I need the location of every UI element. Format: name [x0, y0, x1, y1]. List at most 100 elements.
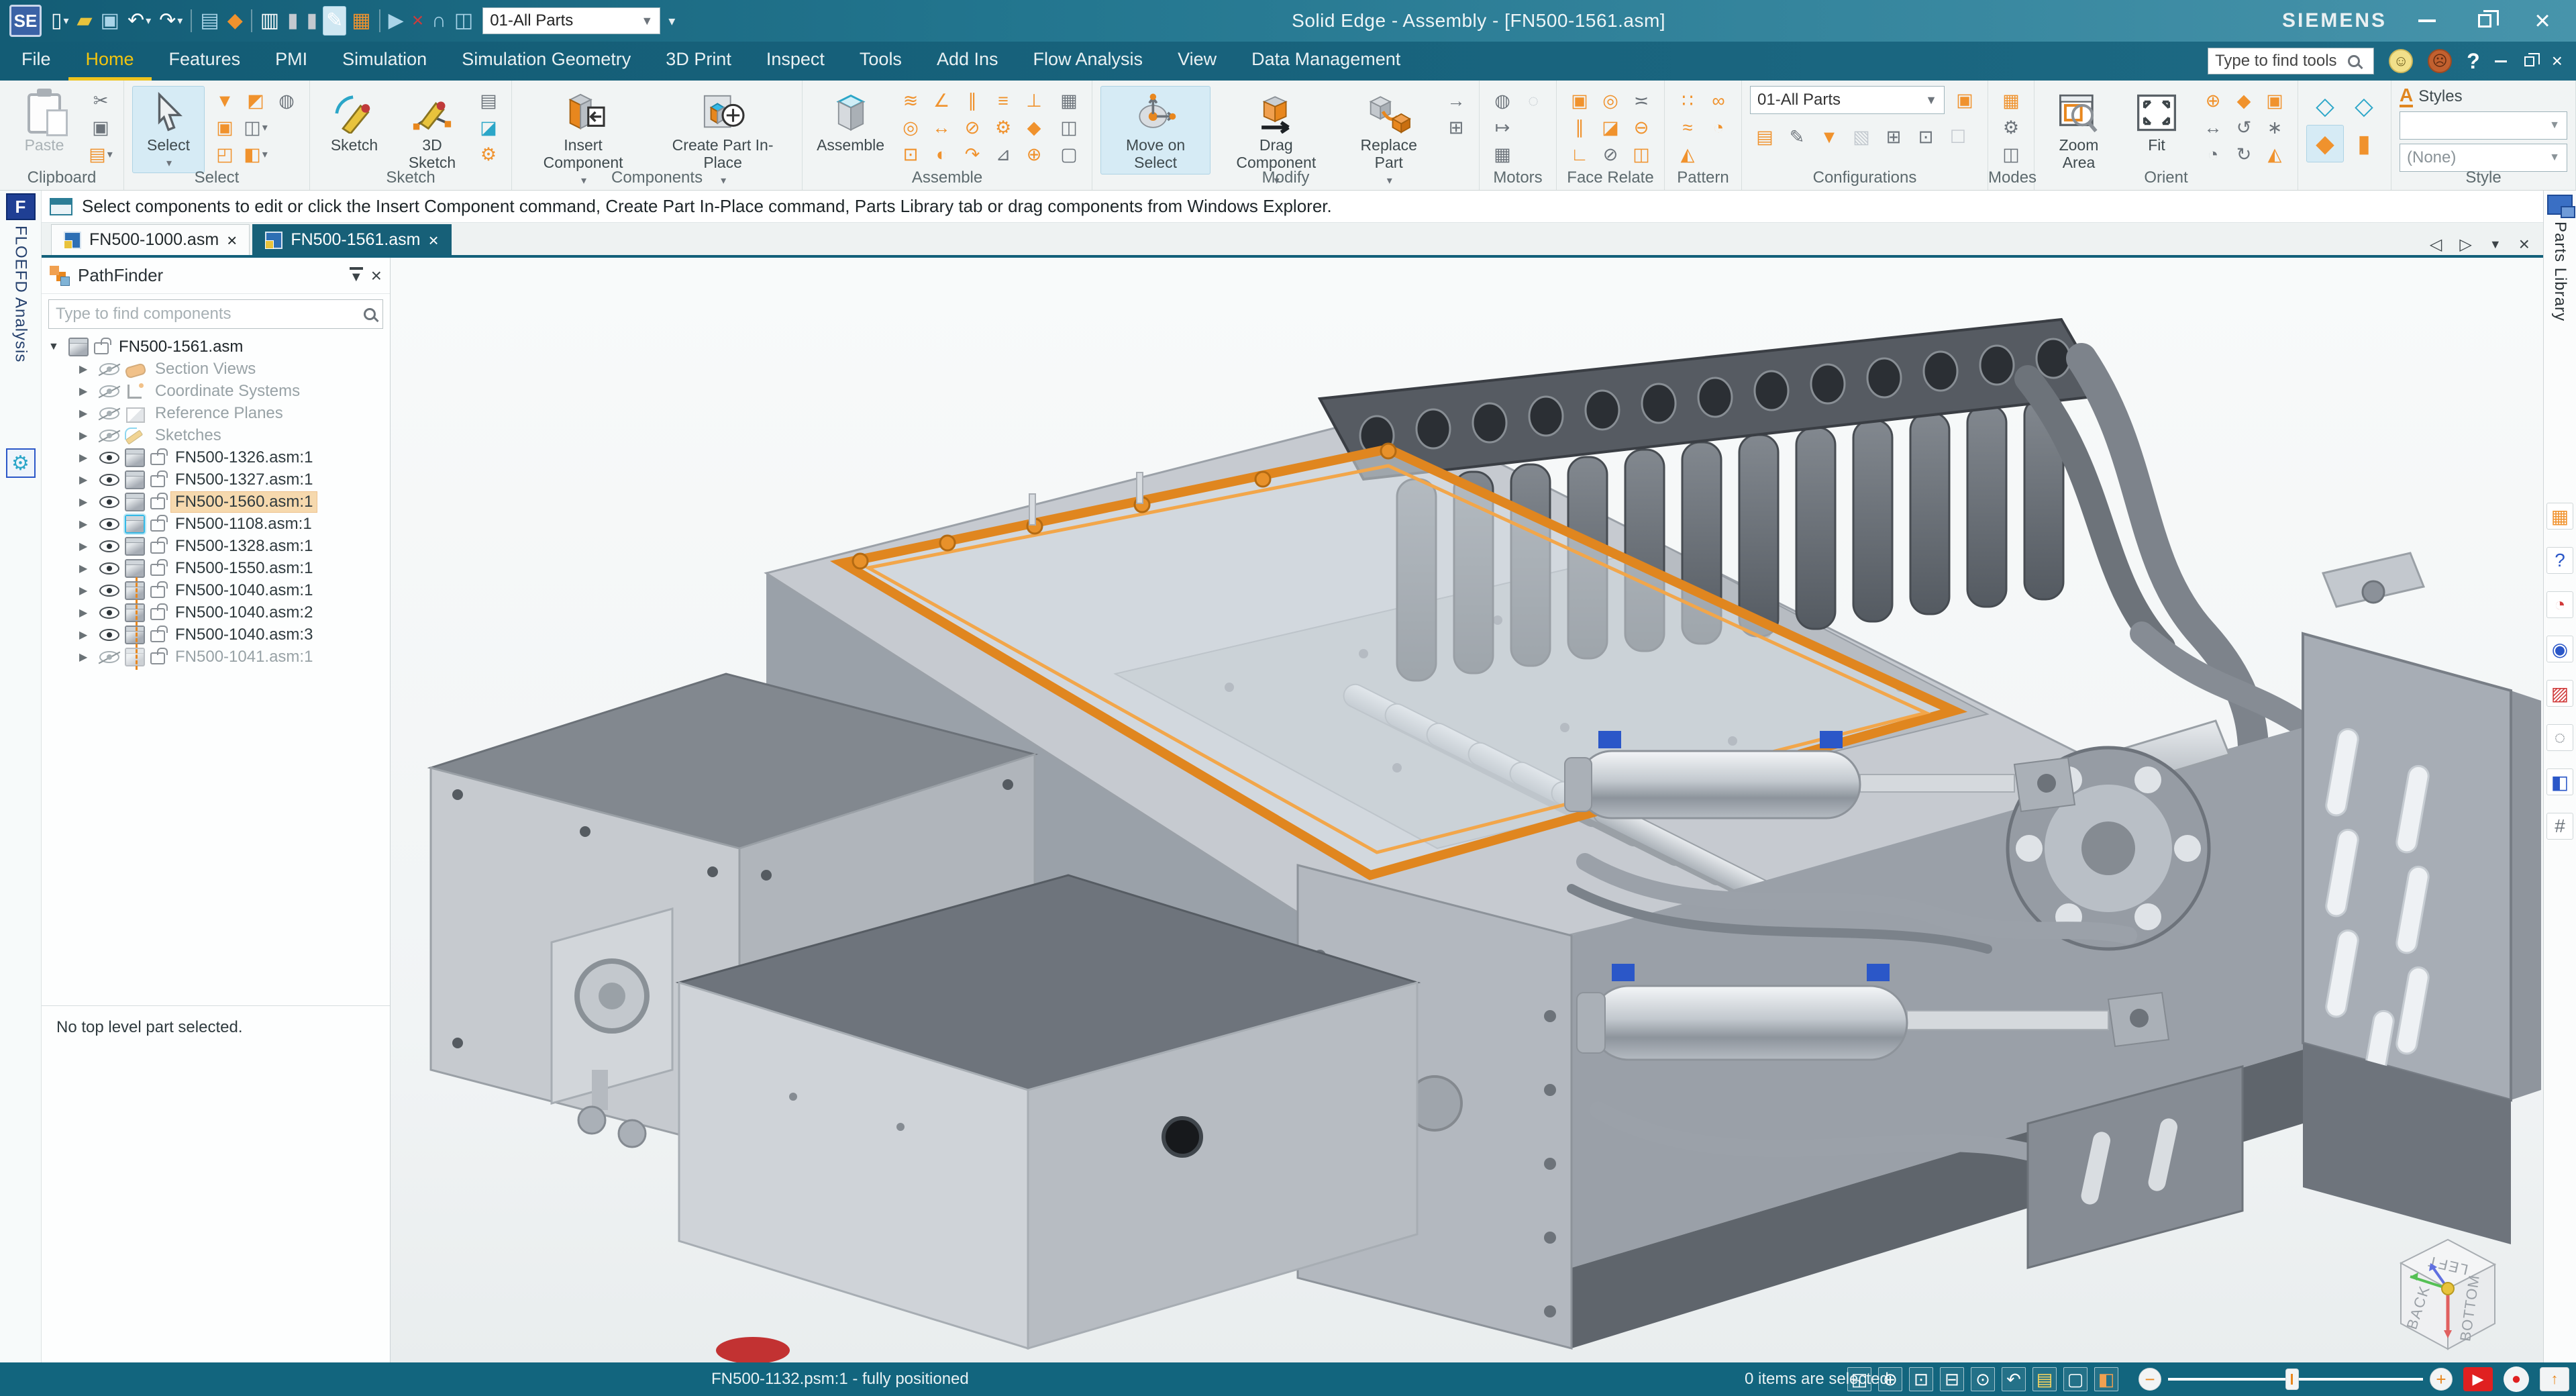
floefd-settings-icon[interactable]: ⚙	[6, 448, 36, 478]
select-filter-icon[interactable]: ▼	[210, 87, 240, 114]
paste-button[interactable]: Paste	[8, 86, 81, 157]
move-part-icon[interactable]: →	[1441, 87, 1471, 114]
tab-close-icon[interactable]: ×	[429, 232, 439, 249]
rotation-motor-icon[interactable]: ◍	[1488, 87, 1517, 114]
tree-row[interactable]: FN500-1326.asm:1	[42, 446, 390, 468]
dropdown-arrow-icon[interactable]	[64, 14, 69, 28]
pan-icon[interactable]: ⊟	[1940, 1367, 1964, 1391]
material-capsule-icon[interactable]: ▮	[304, 6, 321, 36]
capture-fit-icon[interactable]: ◫	[1054, 114, 1084, 141]
expand-arrow-icon[interactable]	[48, 341, 63, 353]
shaded-with-edges-icon[interactable]: ◆	[2306, 125, 2344, 162]
zoom-icon[interactable]: ⊕	[1878, 1367, 1902, 1391]
visibility-eye-icon[interactable]	[99, 518, 119, 530]
config-window-icon[interactable]: ⊞	[1879, 123, 1908, 150]
copy-icon[interactable]: ▣	[86, 114, 115, 141]
save-configuration-icon[interactable]: ▤	[1750, 123, 1780, 150]
tree-row[interactable]: Section Views	[42, 358, 390, 380]
gear-relation-icon[interactable]: ⚙	[988, 114, 1018, 141]
property-manager-icon[interactable]: ▤	[197, 6, 221, 36]
tree-row[interactable]: FN500-1040.asm:1	[42, 579, 390, 601]
arc-tool-icon[interactable]: ∩	[429, 6, 449, 36]
expand-arrow-icon[interactable]	[79, 451, 94, 464]
activate-part-icon[interactable]: ◩	[241, 87, 270, 114]
sketch-plane-icon[interactable]: ▤	[474, 87, 503, 114]
visibility-eye-icon[interactable]	[99, 452, 119, 464]
undo-icon[interactable]: ↶	[125, 6, 154, 36]
cam-relation-icon[interactable]: ◐	[927, 141, 956, 168]
named-views-icon[interactable]: ▣	[2260, 87, 2289, 114]
apply-configuration-icon[interactable]: ▼	[1814, 123, 1844, 150]
floefd-logo-icon[interactable]: F	[6, 193, 36, 220]
close-button[interactable]: ×	[2529, 7, 2556, 34]
rotate-view-icon[interactable]: ∗	[2260, 114, 2289, 141]
select-priority-icon[interactable]: ▣	[210, 114, 240, 141]
zoom-in-button[interactable]: +	[2430, 1368, 2453, 1391]
tree-row[interactable]: FN500-1328.asm:1	[42, 535, 390, 557]
duplicate-icon[interactable]: ∞	[1704, 87, 1733, 114]
parts-library-tab[interactable]: Parts Library	[2551, 221, 2569, 321]
view-cube[interactable]: LEFT BACK BOTTOM	[2381, 1223, 2515, 1357]
mirror-icon[interactable]: ◭	[1673, 141, 1702, 168]
menu-tab[interactable]: PMI	[258, 42, 325, 81]
mate-relation-icon[interactable]: ↔	[927, 114, 956, 141]
visible-edges-icon[interactable]: ◇	[2345, 87, 2383, 125]
feedback-happy-icon[interactable]: ☺	[2389, 49, 2413, 73]
open-icon[interactable]: ▰	[74, 6, 95, 36]
select-identical-icon[interactable]: ◧	[241, 141, 270, 168]
window-icon[interactable]: ▢	[2063, 1367, 2088, 1391]
restore-button[interactable]	[2471, 7, 2498, 34]
tab-prev-icon[interactable]: ◁	[2430, 235, 2442, 254]
menu-tab[interactable]: 3D Print	[648, 42, 749, 81]
perpendicular-face-icon[interactable]: ∟	[1565, 141, 1594, 168]
simulate-motor-icon[interactable]: ◌	[1518, 87, 1548, 114]
pattern-curve-icon[interactable]: ≈	[1673, 114, 1702, 141]
simplify-mode-icon[interactable]: ▦	[1996, 87, 2026, 114]
tab-next-icon[interactable]: ▷	[2459, 235, 2471, 254]
menu-tab[interactable]: Tools	[842, 42, 919, 81]
pathfinder-close-icon[interactable]: ×	[371, 265, 382, 287]
display-options-icon[interactable]: ◉	[2546, 636, 2573, 662]
rigid-set-icon[interactable]: ⊕	[1019, 141, 1049, 168]
visibility-eye-icon[interactable]	[99, 585, 119, 597]
tab-list-icon[interactable]: ▼	[2489, 238, 2502, 252]
doc-close-button[interactable]: ×	[2552, 50, 2563, 72]
find-components-input[interactable]	[56, 305, 364, 323]
expand-arrow-icon[interactable]	[79, 495, 94, 509]
visibility-eye-icon[interactable]	[99, 363, 119, 375]
expand-arrow-icon[interactable]	[79, 650, 94, 664]
angle-relation-icon[interactable]: ∠	[927, 87, 956, 114]
premium-diamond-icon[interactable]: ◆	[225, 6, 246, 36]
align-face-icon[interactable]: ≍	[1627, 87, 1656, 114]
divider[interactable]	[188, 6, 195, 36]
sheets-icon[interactable]: ▤	[2032, 1367, 2057, 1391]
color-table-icon[interactable]: ▦	[349, 6, 373, 36]
tree-row[interactable]: Reference Planes	[42, 402, 390, 424]
tree-row[interactable]: FN500-1108.asm:1	[42, 513, 390, 535]
tree-row[interactable]: FN500-1560.asm:1	[42, 491, 390, 513]
dependency-graph-icon[interactable]: #	[2546, 813, 2573, 840]
video-button[interactable]: ▶	[2463, 1367, 2493, 1391]
menu-tab[interactable]: Flow Analysis	[1016, 42, 1161, 81]
find-tools-input[interactable]	[2215, 52, 2342, 70]
assembly-relationships-icon[interactable]: ▦	[1054, 87, 1084, 114]
pathfinder-collapse-icon[interactable]: ▼	[350, 267, 363, 284]
wireframe-icon[interactable]: ◇	[2306, 87, 2344, 125]
flashfit-icon[interactable]: ≋	[896, 87, 925, 114]
rotate-icon[interactable]: ⊙	[1971, 1367, 1995, 1391]
visibility-eye-icon[interactable]	[99, 562, 119, 575]
adjustable-assembly-icon[interactable]: ⚙	[1996, 114, 2026, 141]
menu-tab[interactable]: Add Ins	[919, 42, 1016, 81]
document-tab[interactable]: FN500-1000.asm ×	[51, 224, 250, 255]
expand-arrow-icon[interactable]	[79, 385, 94, 398]
expand-arrow-icon[interactable]	[79, 628, 94, 642]
parallel-face-icon[interactable]: ∥	[1565, 114, 1594, 141]
tree-row[interactable]: FN500-1550.asm:1	[42, 557, 390, 579]
view-style-selector[interactable]: (None) ▼	[2400, 144, 2567, 172]
probe-icon[interactable]: ◌	[2546, 724, 2573, 751]
select-tool-icon[interactable]: ▶	[386, 6, 407, 36]
live-section-icon[interactable]: ⚙	[474, 141, 503, 168]
parts-library-icon[interactable]	[2547, 195, 2573, 215]
coplanar-face-icon[interactable]: ◪	[1596, 114, 1625, 141]
zone-icon[interactable]: ☐	[1943, 123, 1973, 150]
